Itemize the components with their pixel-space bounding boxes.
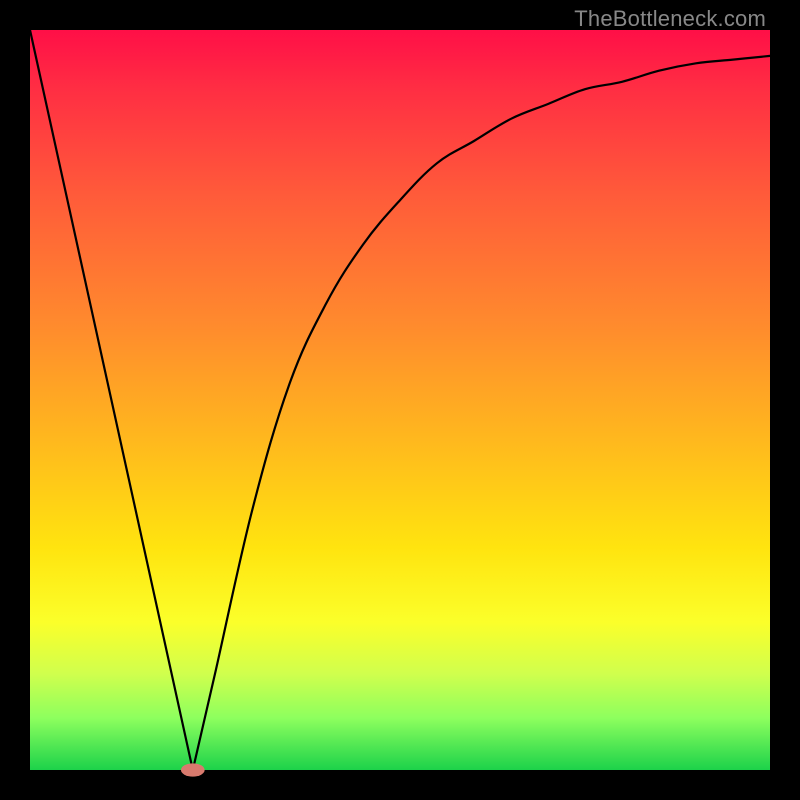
plot-area	[30, 30, 770, 770]
chart-frame: TheBottleneck.com	[0, 0, 800, 800]
minimum-marker	[181, 763, 205, 776]
data-curve	[30, 30, 770, 770]
curve-svg	[30, 30, 770, 770]
watermark-label: TheBottleneck.com	[574, 6, 766, 32]
